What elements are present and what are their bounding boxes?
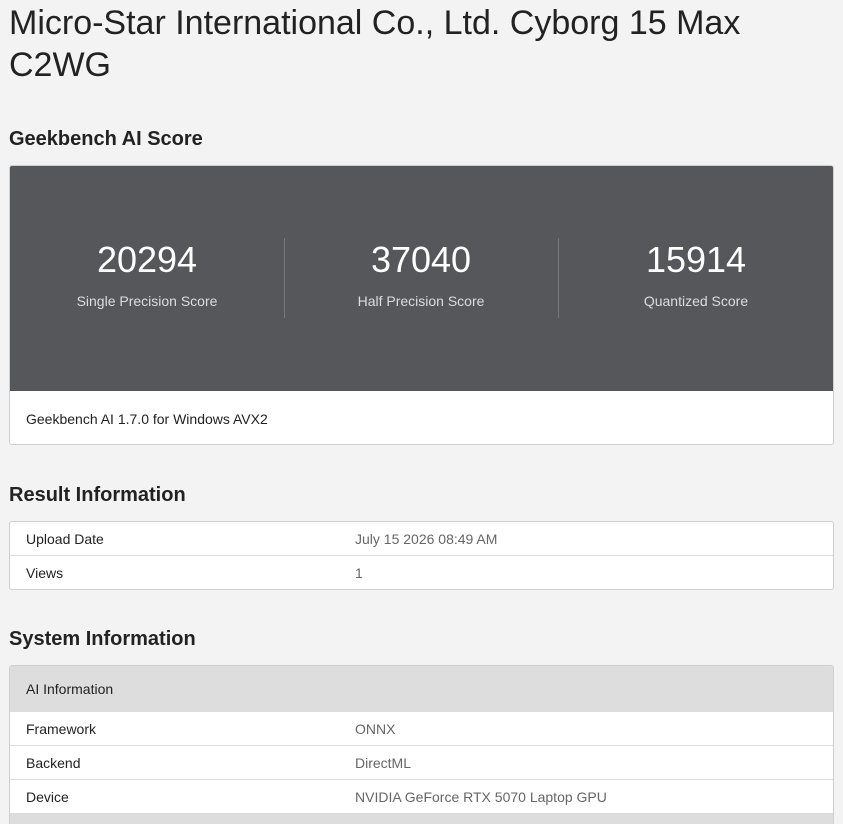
score-label: Single Precision Score: [76, 293, 218, 309]
score-value: 15914: [645, 239, 747, 280]
next-group-header: [10, 813, 833, 824]
system-section-title: System Information: [9, 628, 196, 650]
score-label: Quantized Score: [643, 293, 749, 309]
quantized-score: 15914 Quantized Score: [559, 166, 833, 391]
result-information-table: Upload Date July 15 2026 08:49 AM Views …: [9, 521, 834, 590]
row-key: Device: [26, 789, 69, 805]
result-section-title: Result Information: [9, 484, 186, 506]
row-key: Upload Date: [26, 531, 104, 547]
half-precision-score: 37040 Half Precision Score: [284, 166, 558, 391]
ai-information-header: AI Information: [10, 666, 833, 711]
row-key: Framework: [26, 721, 97, 737]
row-key: Backend: [26, 755, 81, 771]
benchmark-version: Geekbench AI 1.7.0 for Windows AVX2: [26, 411, 268, 427]
table-row: Views 1: [10, 555, 833, 589]
group-title: AI Information: [26, 681, 114, 697]
score-band: 20294 Single Precision Score 37040 Half …: [10, 166, 833, 391]
score-value: 20294: [96, 239, 198, 280]
score-section-title: Geekbench AI Score: [9, 128, 203, 150]
system-information-table: AI Information Framework ONNX Backend Di…: [9, 665, 834, 824]
table-row: Backend DirectML: [10, 745, 833, 779]
single-precision-score: 20294 Single Precision Score: [10, 166, 284, 391]
page: Micro-Star International Co., Ltd. Cybor…: [0, 0, 843, 824]
table-row: Upload Date July 15 2026 08:49 AM: [10, 522, 833, 555]
row-value: DirectML: [355, 755, 412, 771]
table-row: Device NVIDIA GeForce RTX 5070 Laptop GP…: [10, 779, 833, 813]
score-value: 37040: [370, 239, 472, 280]
score-label: Half Precision Score: [357, 293, 485, 309]
score-card: 20294 Single Precision Score 37040 Half …: [9, 165, 834, 445]
row-key: Views: [26, 565, 64, 581]
table-row: Framework ONNX: [10, 711, 833, 745]
row-value: 1: [355, 565, 363, 581]
row-value: ONNX: [355, 721, 396, 737]
row-value: July 15 2026 08:49 AM: [355, 531, 498, 547]
row-value: NVIDIA GeForce RTX 5070 Laptop GPU: [355, 789, 607, 805]
device-title: Micro-Star International Co., Ltd. Cybor…: [9, 4, 741, 84]
